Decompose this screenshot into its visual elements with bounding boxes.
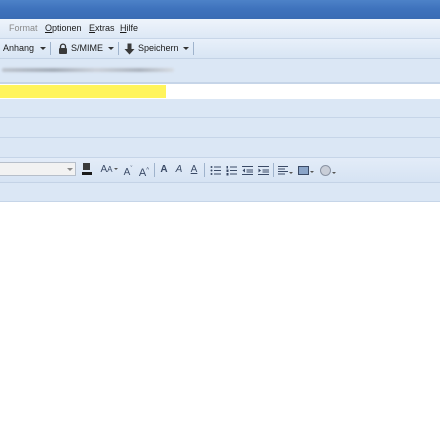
text-color-icon	[82, 163, 92, 175]
subject-row[interactable]	[0, 138, 440, 158]
editor-ruler-bar	[0, 183, 440, 202]
toolbar-separator	[154, 163, 155, 177]
font-family-select[interactable]	[0, 162, 76, 176]
bold-button[interactable]: A	[159, 162, 169, 178]
address-row-3[interactable]	[0, 118, 440, 138]
outdent-icon	[241, 166, 253, 175]
window-titlebar	[0, 0, 440, 19]
from-address-redacted	[2, 68, 174, 72]
indent-icon	[257, 166, 269, 175]
toolbar-separator	[273, 163, 274, 177]
menu-extras[interactable]: Extras	[89, 23, 115, 34]
decrease-font-icon: Aˇ	[123, 167, 133, 179]
smiley-icon	[319, 165, 331, 176]
save-dropdown[interactable]	[181, 42, 191, 55]
address-row-2[interactable]	[0, 99, 440, 118]
menu-format[interactable]: Format	[9, 23, 38, 34]
from-field-row[interactable]	[0, 59, 440, 83]
italic-icon: A	[175, 164, 183, 175]
message-body[interactable]	[0, 202, 440, 440]
bullet-list-button[interactable]	[209, 162, 221, 178]
menu-help[interactable]: Hilfe	[120, 23, 138, 34]
smime-dropdown[interactable]	[106, 42, 116, 55]
attach-button[interactable]: Anhang	[3, 42, 34, 55]
underline-icon: A	[190, 164, 198, 175]
smime-button[interactable]: S/MIME	[57, 42, 103, 55]
compose-toolbar: Anhang S/MIME Speichern	[0, 39, 440, 59]
toolbar-separator	[193, 42, 194, 55]
increase-font-icon: A^	[138, 166, 150, 179]
insert-image-icon	[298, 166, 309, 175]
text-color-button[interactable]	[82, 162, 92, 178]
lock-icon	[59, 42, 67, 54]
save-label: Speichern	[138, 43, 179, 53]
attach-dropdown[interactable]	[38, 42, 48, 55]
toolbar-separator	[204, 163, 205, 177]
font-size-icon: AA	[100, 164, 113, 175]
outdent-button[interactable]	[241, 162, 253, 178]
underline-button[interactable]: A	[189, 162, 199, 178]
menu-options[interactable]: Optionen	[45, 23, 82, 34]
indent-button[interactable]	[257, 162, 269, 178]
attach-label: Anhang	[3, 43, 35, 53]
emoji-button[interactable]	[318, 162, 337, 178]
insert-button[interactable]	[297, 162, 315, 178]
increase-font-button[interactable]: A^	[137, 162, 151, 179]
align-left-icon	[278, 166, 288, 175]
toolbar-separator	[50, 42, 51, 55]
chevron-down-icon	[67, 168, 73, 171]
italic-button[interactable]: A	[174, 162, 184, 178]
to-address-highlight	[0, 85, 166, 98]
menu-bar: Format Optionen Extras Hilfe	[0, 19, 440, 39]
smime-label: S/MIME	[71, 43, 104, 53]
bold-icon: A	[160, 164, 168, 175]
to-address-field[interactable]	[0, 83, 440, 100]
decrease-font-button[interactable]: Aˇ	[122, 162, 134, 178]
save-button[interactable]: Speichern	[124, 42, 179, 55]
numbered-list-button[interactable]	[225, 162, 237, 178]
formatting-toolbar: AA Aˇ A^ A A A	[0, 158, 440, 183]
numbered-list-icon	[226, 166, 237, 176]
save-arrow-icon	[124, 43, 135, 54]
font-size-button[interactable]: AA	[99, 162, 119, 178]
align-button[interactable]	[277, 162, 294, 178]
toolbar-separator	[118, 42, 119, 55]
bullet-list-icon	[210, 166, 221, 175]
